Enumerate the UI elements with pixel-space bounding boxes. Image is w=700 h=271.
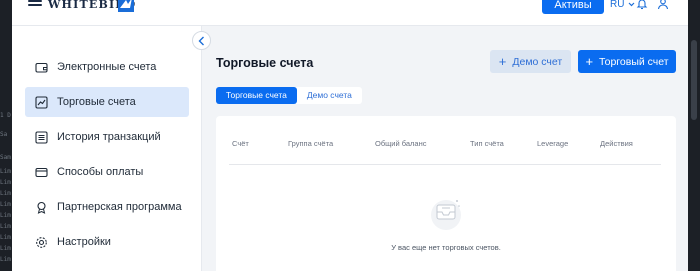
sidebar-item-settings[interactable]: Настройки bbox=[25, 227, 189, 257]
background-text: Lim bbox=[0, 212, 11, 219]
plus-icon: + bbox=[498, 54, 507, 69]
chevron-down-icon bbox=[628, 2, 635, 7]
sidebar-item-label: Настройки bbox=[57, 236, 111, 248]
background-text: Lim bbox=[0, 256, 11, 263]
add-trading-account-button[interactable]: + Торговый счет bbox=[578, 50, 676, 73]
tab-trading-accounts[interactable]: Торговые счета bbox=[216, 87, 297, 104]
table-divider bbox=[229, 164, 661, 165]
logo-bird-icon bbox=[118, 0, 134, 12]
button-label: Торговый счет bbox=[599, 55, 669, 68]
sidebar-item-label: Способы оплаты bbox=[57, 166, 144, 178]
sidebar-item-partner-program[interactable]: Партнерская программа bbox=[25, 192, 189, 222]
bell-icon[interactable] bbox=[636, 0, 648, 10]
sidebar-item-label: Торговые счета bbox=[57, 96, 136, 108]
tab-demo-accounts[interactable]: Демо счета bbox=[297, 87, 362, 104]
accounts-table-card: Счёт Группа счёта Общий баланс Тип счёта… bbox=[216, 116, 676, 271]
badge-icon bbox=[37, 201, 46, 214]
sidebar-item-electronic-accounts[interactable]: Электронные счета bbox=[25, 52, 189, 82]
background-text: Lim bbox=[0, 234, 11, 241]
sidebar-item-payment-methods[interactable]: Способы оплаты bbox=[25, 157, 189, 187]
table-header-account: Счёт bbox=[232, 139, 249, 148]
table-header-total-balance: Общий баланс bbox=[375, 139, 427, 148]
background-text: Lim bbox=[0, 223, 11, 230]
add-demo-account-button[interactable]: + Демо счет bbox=[490, 50, 571, 73]
button-label: Демо счет bbox=[512, 55, 563, 68]
background-text: 1 D bbox=[0, 112, 11, 119]
sidebar-item-label: Партнерская программа bbox=[57, 201, 182, 213]
language-selector[interactable]: RU bbox=[610, 0, 635, 10]
sidebar-item-label: Электронные счета bbox=[57, 61, 157, 73]
sidebar-item-transaction-history[interactable]: История транзакций bbox=[25, 122, 189, 152]
chart-icon bbox=[35, 95, 48, 109]
table-header-account-group: Группа счёта bbox=[288, 139, 334, 148]
scrollbar-thumb[interactable] bbox=[691, 40, 697, 120]
app-window: WHITEBIRD Активы RU Электронные счета То… bbox=[12, 0, 688, 271]
card-icon bbox=[35, 167, 48, 177]
table-header-leverage: Leverage bbox=[537, 139, 569, 148]
assets-button[interactable]: Активы bbox=[542, 0, 604, 14]
empty-inbox-icon bbox=[431, 200, 461, 230]
background-text: Lim bbox=[0, 168, 11, 175]
empty-state-message: У вас еще нет торговых счетов. bbox=[391, 243, 501, 252]
background-text: Lim bbox=[0, 190, 11, 197]
page-title: Торговые счета bbox=[216, 56, 314, 70]
account-type-tabs: Торговые счета Демо счета bbox=[216, 87, 362, 104]
table-header-account-type: Тип счёта bbox=[470, 139, 504, 148]
plus-icon: + bbox=[585, 54, 594, 69]
language-label: RU bbox=[610, 0, 625, 10]
sidebar-item-trading-accounts[interactable]: Торговые счета bbox=[25, 87, 189, 117]
top-header: WHITEBIRD Активы RU bbox=[12, 0, 688, 26]
sidebar: Электронные счета Торговые счета История… bbox=[12, 26, 202, 271]
background-text: Lim bbox=[0, 179, 11, 186]
sidebar-item-label: История транзакций bbox=[57, 131, 161, 143]
background-text: Sa bbox=[0, 131, 8, 138]
wallet-icon bbox=[35, 62, 48, 73]
background-window-strip: 1 D Sa Sam Lim Lim Lim Lim Lim Lim Lim L… bbox=[0, 0, 12, 271]
user-icon[interactable] bbox=[657, 0, 669, 10]
background-text: Sam bbox=[0, 154, 11, 161]
sidebar-collapse-button[interactable] bbox=[192, 31, 211, 50]
hamburger-menu-icon[interactable] bbox=[28, 0, 42, 8]
chevron-left-icon bbox=[198, 36, 204, 45]
gear-icon bbox=[36, 236, 47, 248]
background-text: Lim bbox=[0, 245, 11, 252]
table-header-actions: Действия bbox=[600, 139, 633, 148]
history-icon bbox=[35, 130, 48, 144]
window-scrollbar[interactable] bbox=[688, 0, 700, 271]
background-text: Lim bbox=[0, 201, 11, 208]
